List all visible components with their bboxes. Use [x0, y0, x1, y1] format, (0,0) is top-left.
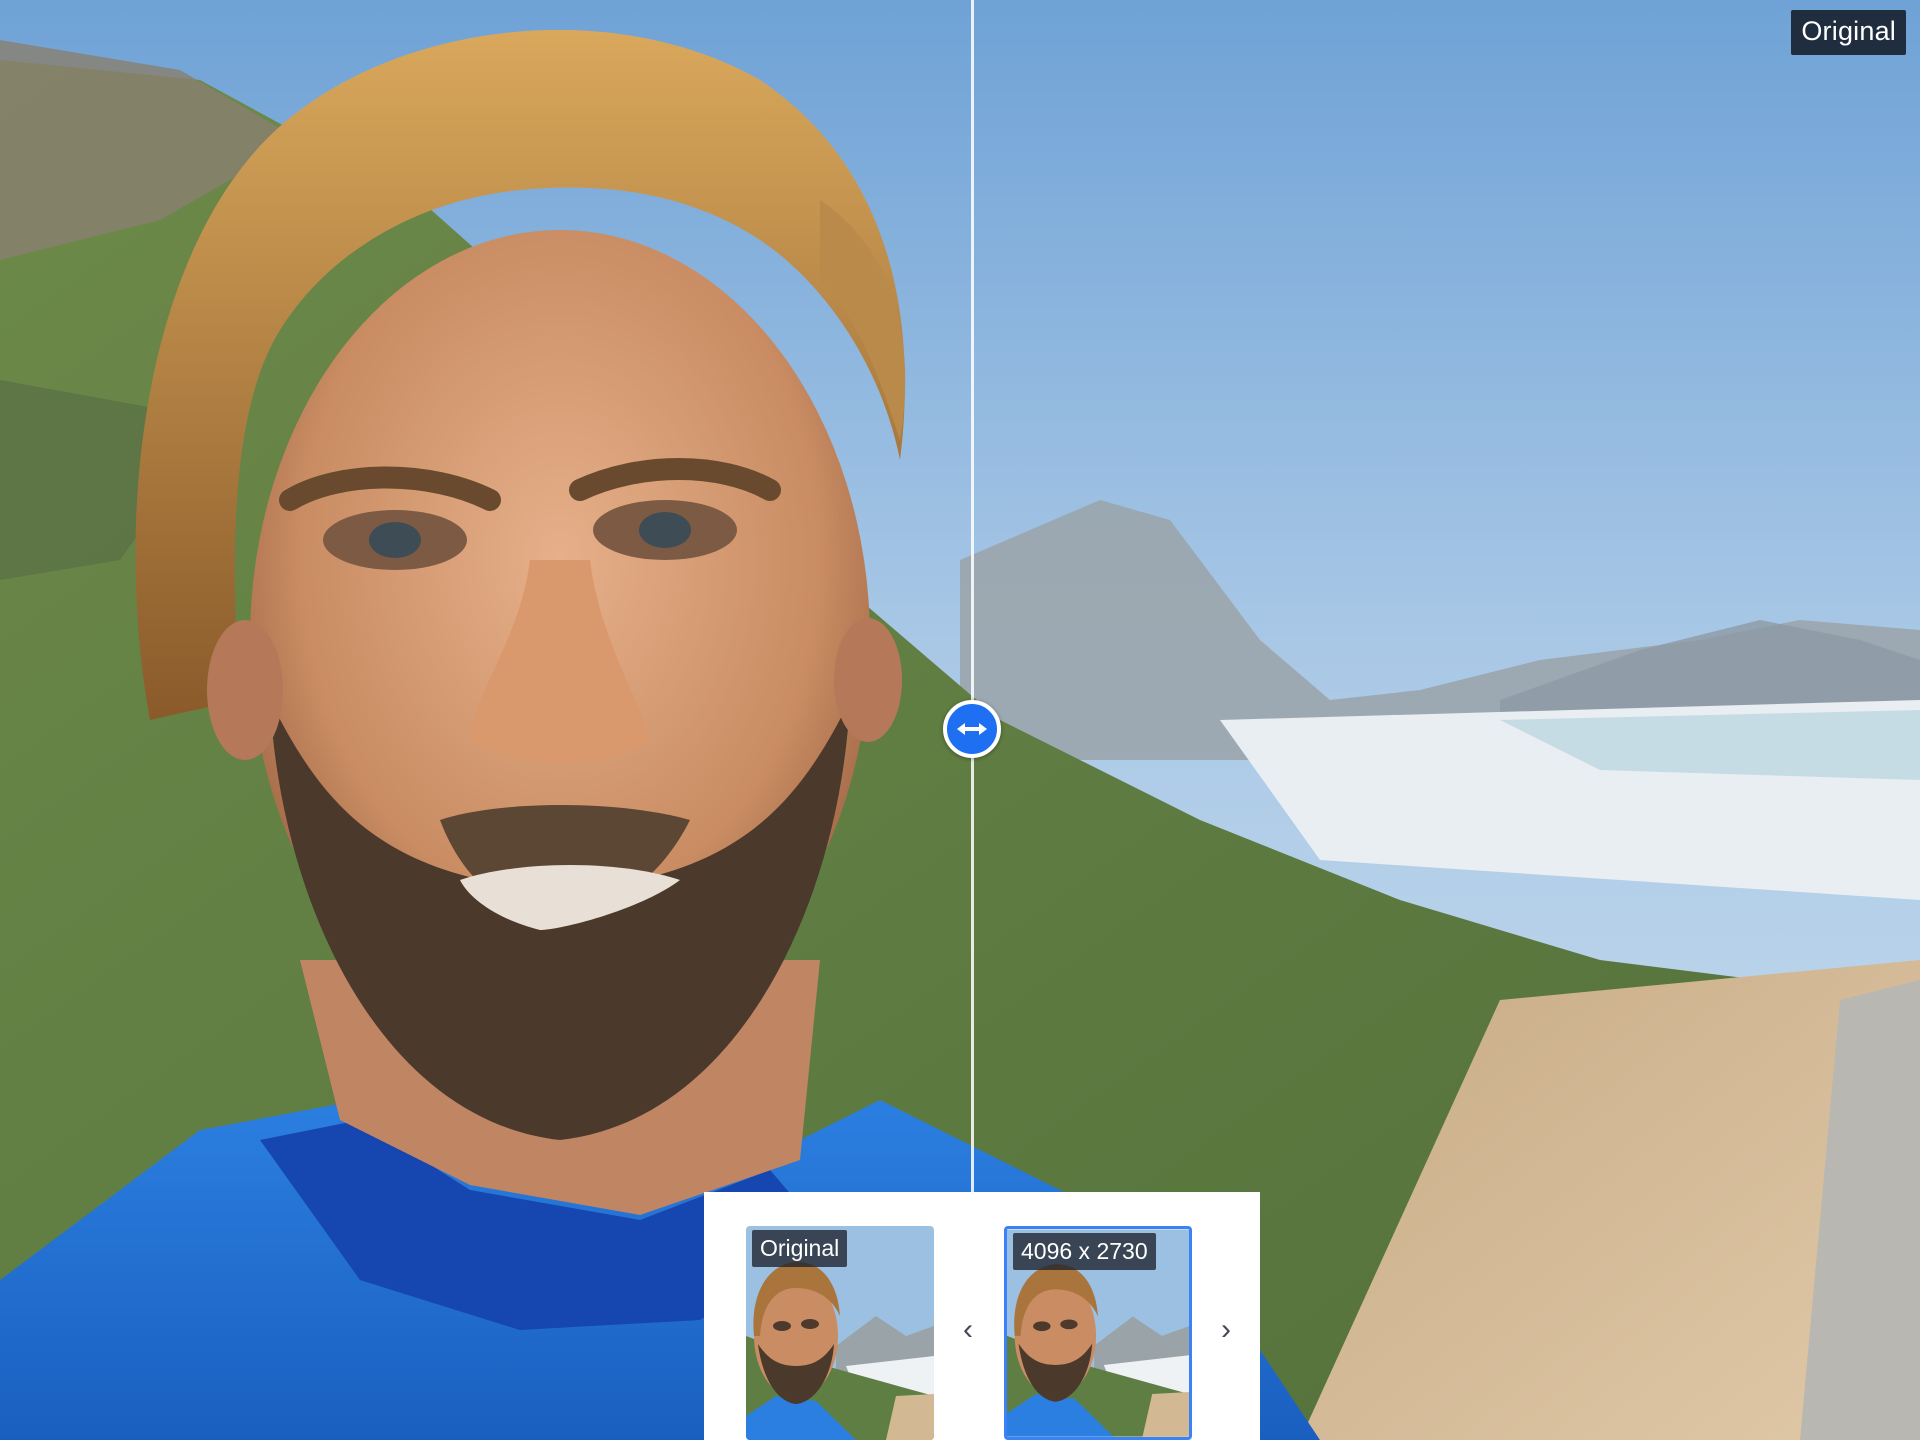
thumbnail-original[interactable]: Original: [746, 1226, 934, 1440]
thumbnail-enhanced[interactable]: 4096 x 2730: [1004, 1226, 1192, 1440]
thumbnail-strip: Original ‹ 4096 x 2730 ›: [704, 1192, 1260, 1440]
compare-handle[interactable]: [943, 700, 1001, 758]
horizontal-arrows-icon: [957, 723, 987, 735]
chevron-left-icon[interactable]: ‹: [954, 1310, 982, 1350]
thumbnail-caption: 4096 x 2730: [1013, 1233, 1156, 1270]
image-compare-viewer: Original Original ‹ 4096 x 2730 ›: [0, 0, 1920, 1440]
version-label: Original: [1791, 10, 1906, 55]
thumbnail-caption: Original: [752, 1230, 848, 1267]
chevron-right-icon[interactable]: ›: [1212, 1310, 1240, 1350]
